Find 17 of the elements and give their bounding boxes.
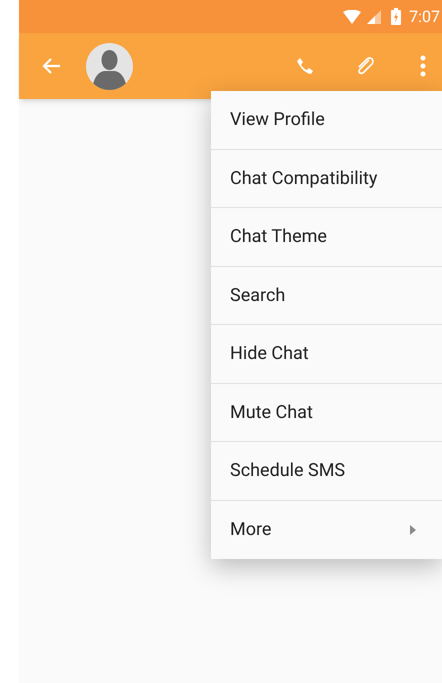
battery-charging-icon bbox=[391, 8, 402, 25]
menu-item[interactable]: Chat Compatibility bbox=[211, 150, 442, 208]
more-options-icon[interactable] bbox=[420, 55, 426, 77]
menu-item[interactable]: View Profile bbox=[211, 91, 442, 150]
menu-item[interactable]: Mute Chat bbox=[211, 384, 442, 442]
avatar-icon[interactable] bbox=[86, 42, 133, 90]
menu-item[interactable]: Hide Chat bbox=[211, 325, 442, 384]
submenu-arrow-icon bbox=[410, 524, 416, 535]
menu-item[interactable]: Search bbox=[211, 266, 442, 325]
wifi-icon bbox=[343, 10, 362, 24]
back-arrow-icon[interactable] bbox=[41, 57, 61, 75]
cellular-signal-icon bbox=[367, 10, 382, 24]
status-time: 7:07 bbox=[409, 6, 440, 28]
menu-item[interactable]: Chat Theme bbox=[211, 208, 442, 266]
menu-item[interactable]: More bbox=[211, 500, 442, 559]
phone-icon[interactable] bbox=[296, 57, 314, 75]
menu-item[interactable]: Schedule SMS bbox=[211, 442, 442, 500]
